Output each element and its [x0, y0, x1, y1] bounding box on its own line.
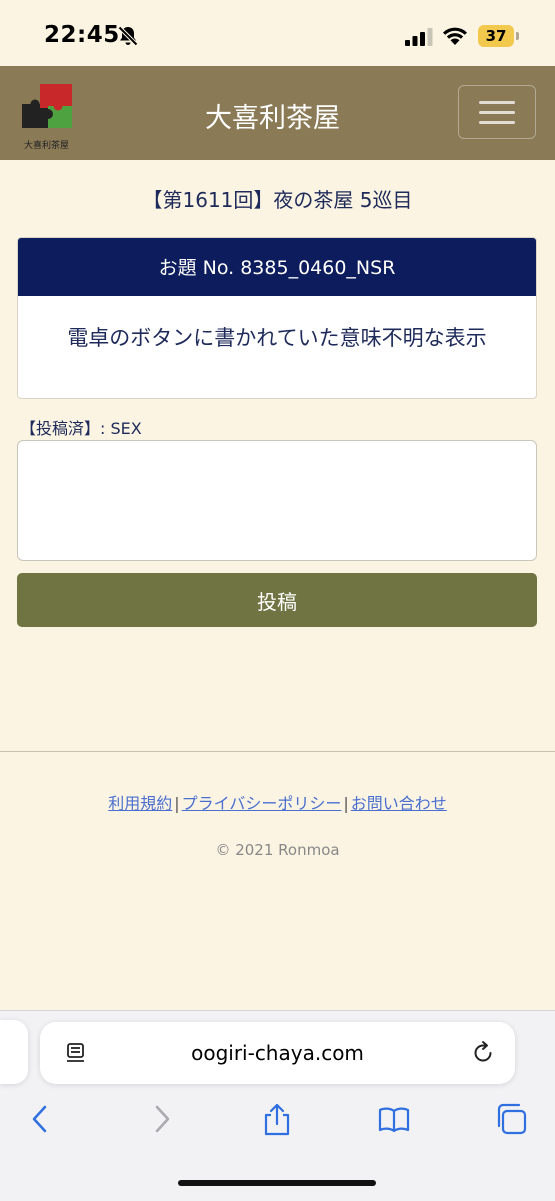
footer-divider — [0, 751, 555, 752]
status-bar: 22:45 37 — [0, 0, 555, 66]
menu-toggle-button[interactable] — [458, 85, 536, 139]
share-icon[interactable] — [260, 1102, 294, 1136]
link-separator: | — [174, 794, 180, 813]
answer-input[interactable] — [17, 440, 537, 561]
bell-slash-icon — [118, 26, 138, 46]
privacy-policy-link[interactable]: プライバシーポリシー — [182, 794, 342, 813]
logo-text: 大喜利茶屋 — [24, 141, 70, 151]
url-text[interactable]: oogiri-chaya.com — [100, 1041, 455, 1065]
contact-link[interactable]: お問い合わせ — [351, 794, 447, 813]
home-indicator — [178, 1180, 376, 1186]
topic-number: お題 No. 8385_0460_NSR — [18, 238, 536, 296]
battery-icon: 37 — [478, 25, 514, 47]
status-time: 22:45 — [44, 22, 120, 48]
footer-links: 利用規約 | プライバシーポリシー | お問い合わせ — [0, 790, 555, 814]
forward-icon[interactable] — [144, 1102, 178, 1136]
reader-mode-icon[interactable] — [64, 1041, 88, 1065]
reload-icon[interactable] — [470, 1040, 496, 1066]
submit-button[interactable]: 投稿 — [17, 573, 537, 627]
round-title: 【第1611回】夜の茶屋 5巡目 — [142, 188, 413, 212]
link-separator: | — [343, 794, 349, 813]
battery-level: 37 — [485, 27, 507, 45]
terms-link[interactable]: 利用規約 — [108, 794, 172, 813]
bookmarks-icon[interactable] — [377, 1102, 411, 1136]
back-icon[interactable] — [24, 1102, 58, 1136]
tabs-icon[interactable] — [494, 1102, 528, 1136]
previous-tab-card[interactable] — [0, 1020, 28, 1084]
posted-answer-label: 【投稿済】: SEX — [20, 419, 142, 438]
hamburger-icon — [479, 101, 515, 104]
signal-icon — [405, 28, 433, 46]
battery-tip — [516, 32, 519, 40]
hamburger-icon-line — [479, 121, 515, 124]
topic-text: 電卓のボタンに書かれていた意味不明な表示 — [67, 326, 487, 350]
copyright-text: © 2021 Ronmoa — [215, 841, 340, 859]
wifi-icon — [443, 27, 467, 45]
topic-card: お題 No. 8385_0460_NSR 電卓のボタンに書かれていた意味不明な表… — [17, 237, 537, 399]
hamburger-icon-line — [479, 111, 515, 114]
site-navbar: 大喜利茶屋 大喜利茶屋 — [0, 66, 555, 160]
